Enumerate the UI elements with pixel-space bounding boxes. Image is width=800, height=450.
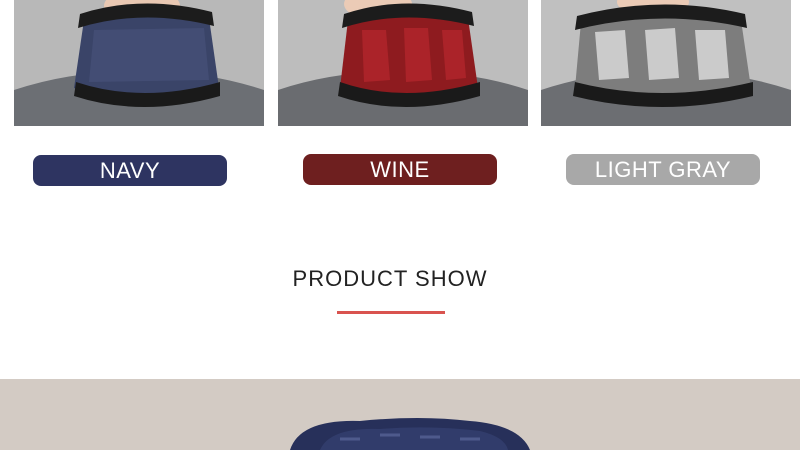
variant-label-text: WINE bbox=[370, 156, 430, 182]
variant-label-light-gray: LIGHT GRAY bbox=[566, 154, 760, 185]
variant-label-wine: WINE bbox=[303, 154, 497, 185]
product-photo-wine bbox=[278, 0, 528, 126]
section-title: PRODUCT SHOW bbox=[292, 266, 488, 291]
variant-label-text: LIGHT GRAY bbox=[594, 156, 732, 182]
variant-label-text: NAVY bbox=[99, 157, 161, 183]
product-show-photo bbox=[0, 379, 800, 450]
section-divider bbox=[337, 311, 445, 314]
product-photo-navy bbox=[14, 0, 264, 126]
product-photo-light-gray bbox=[541, 0, 791, 126]
variant-label-navy: NAVY bbox=[33, 155, 227, 186]
